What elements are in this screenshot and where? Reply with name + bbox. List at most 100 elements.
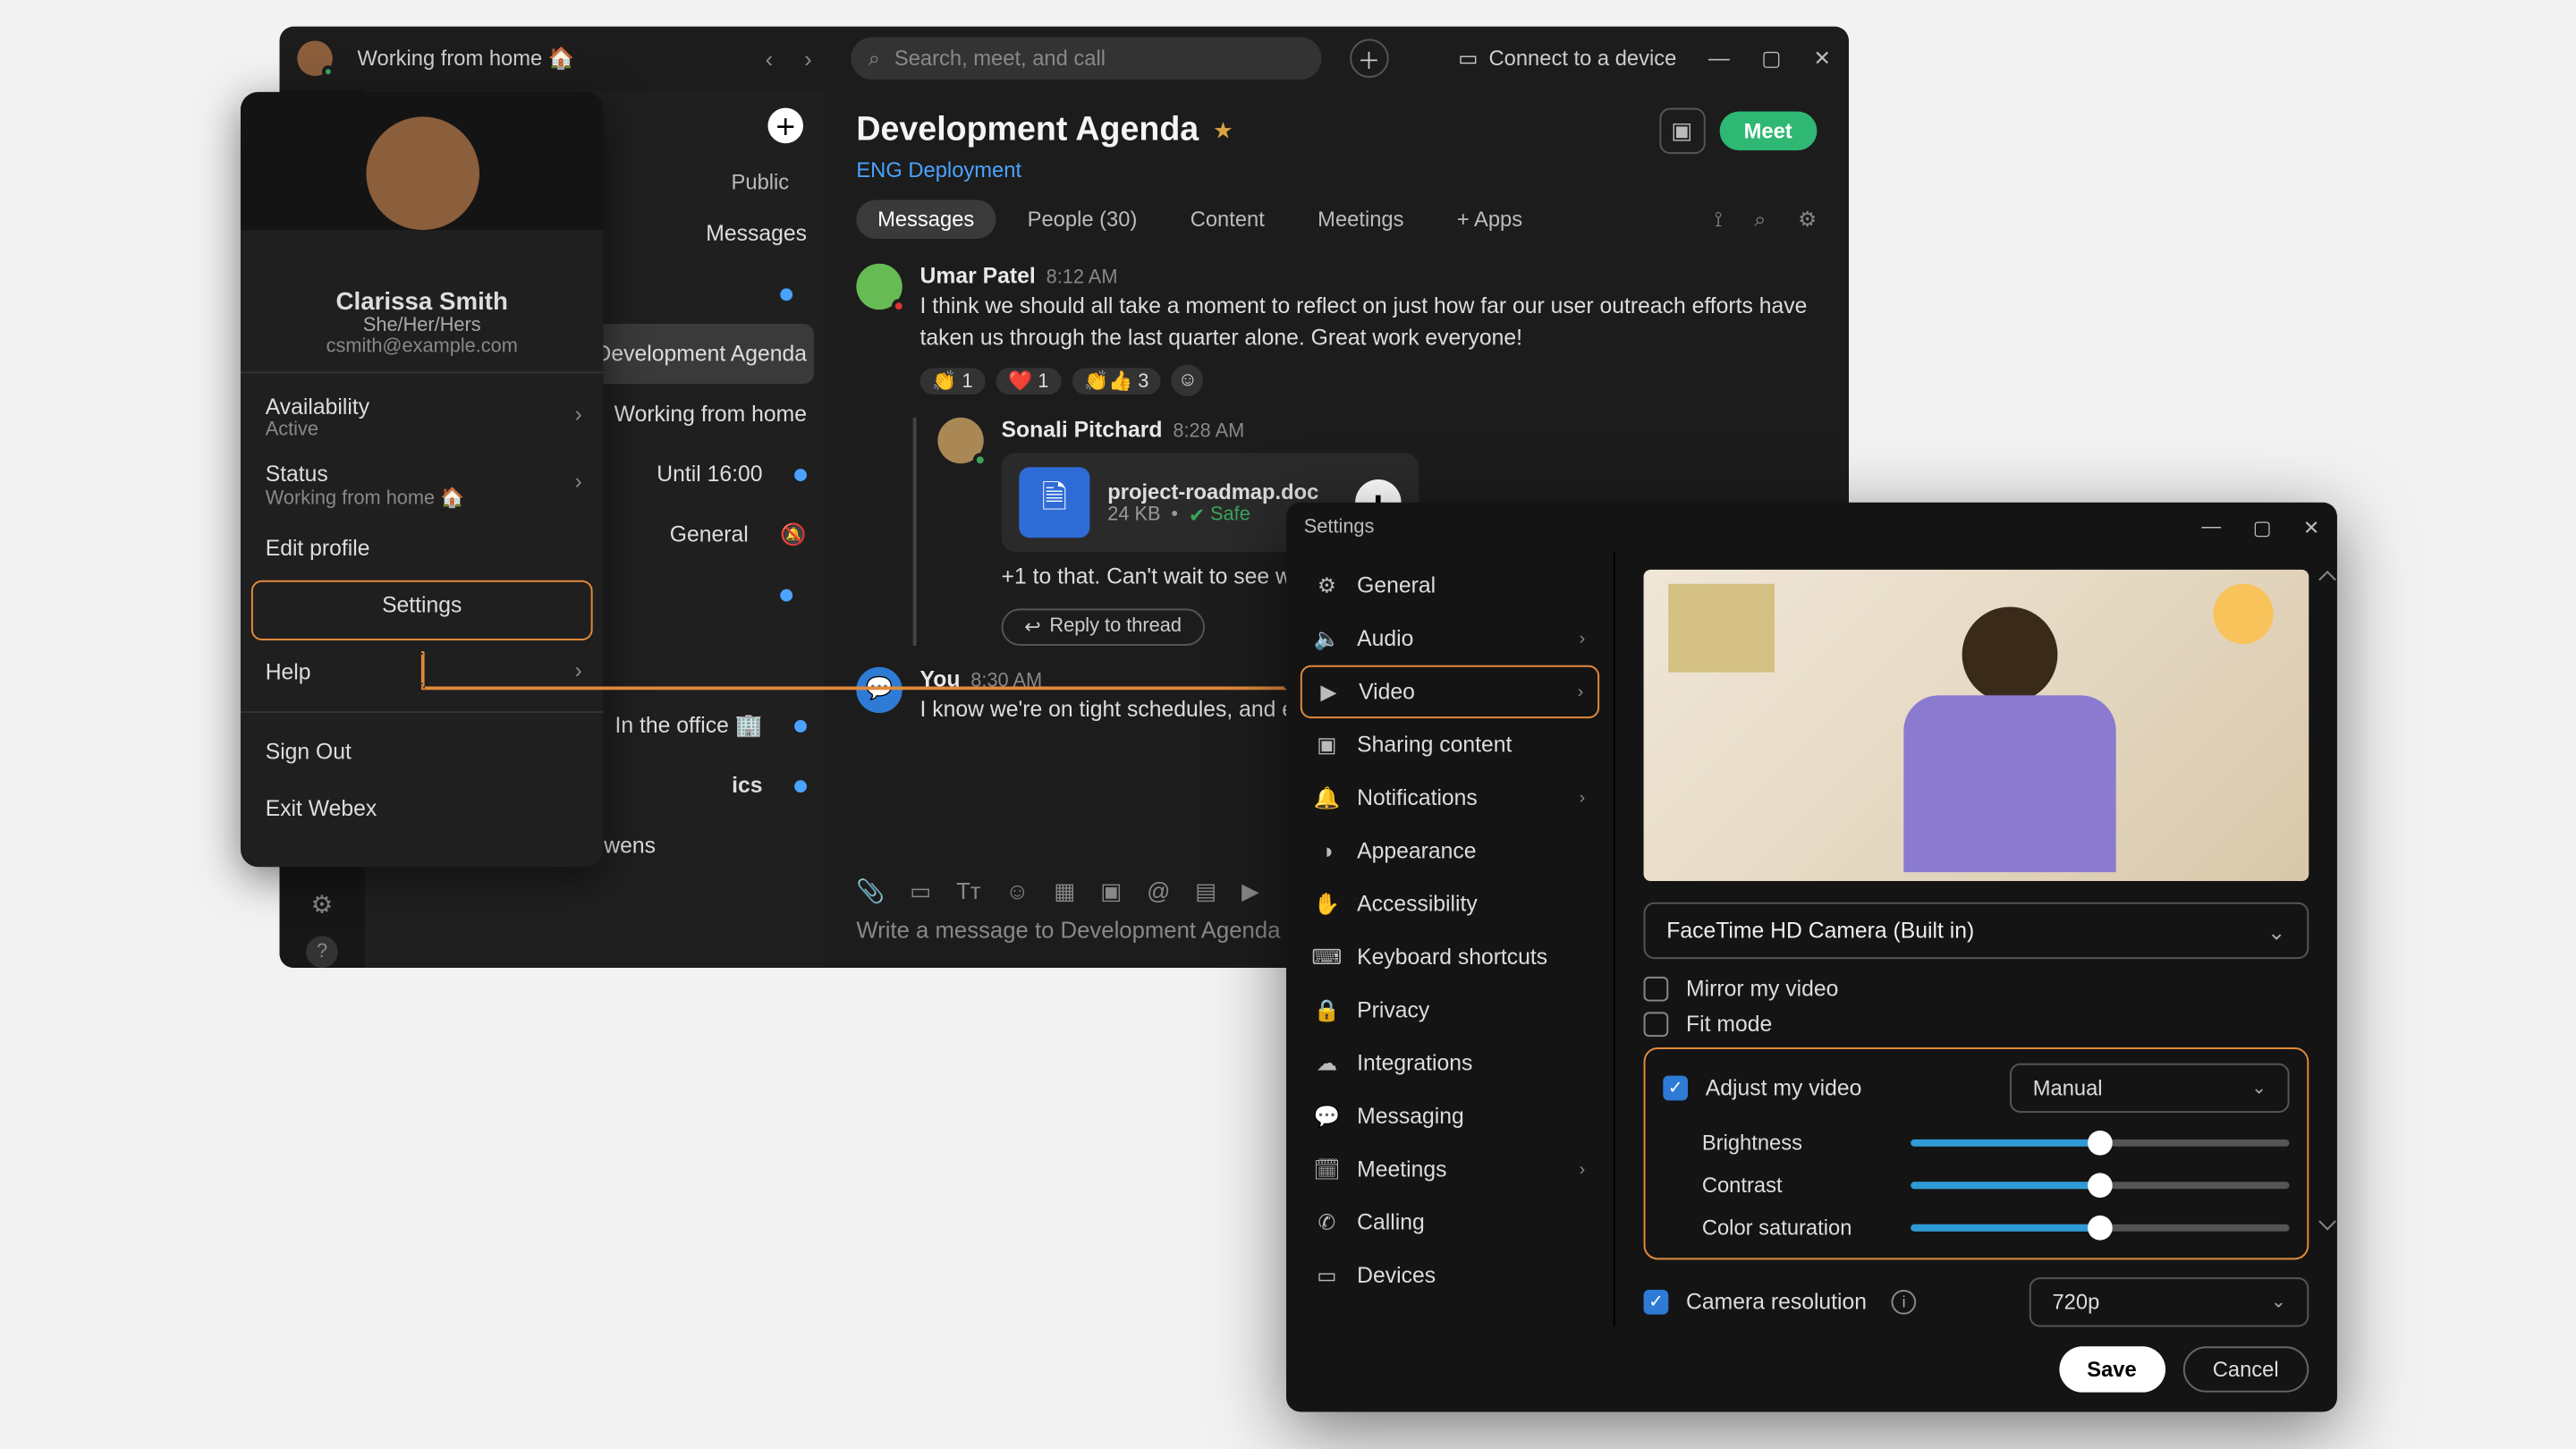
nav-audio[interactable]: 🔈Audio› [1301,612,1599,665]
minimize-icon[interactable]: — [2201,516,2221,539]
lamp-decor [2213,584,2273,644]
add-button[interactable]: ＋ [1350,39,1389,79]
nav-notifications[interactable]: 🔔Notifications› [1301,771,1599,824]
nav-integrations[interactable]: ☁Integrations [1301,1037,1599,1089]
help-row[interactable]: Help› [241,644,603,700]
nav-accessibility[interactable]: ✋Accessibility [1301,877,1599,930]
minimize-icon[interactable]: — [1708,46,1730,71]
maximize-icon[interactable]: ▢ [1761,46,1781,71]
mirror-checkbox[interactable] [1644,977,1669,1002]
settings-nav: ⚙General 🔈Audio› ▶Video› ▣Sharing conten… [1286,552,1615,1326]
list-item-label: Messages [706,221,807,246]
meeting-options-button[interactable]: ▣ [1659,108,1705,154]
nav-sharing[interactable]: ▣Sharing content [1301,718,1599,771]
adjust-checkbox[interactable]: ✓ [1663,1076,1688,1101]
fit-checkbox[interactable] [1644,1012,1669,1037]
close-icon[interactable]: ✕ [2303,516,2319,539]
nav-messaging[interactable]: 💬Messaging [1301,1089,1599,1142]
info-icon[interactable]: i [1892,1290,1917,1315]
nav-keyboard[interactable]: ⌨Keyboard shortcuts [1301,930,1599,983]
profile-email: csmith@example.com [241,336,603,358]
nav-general[interactable]: ⚙General [1301,559,1599,612]
camres-checkbox[interactable]: ✓ [1644,1290,1669,1315]
lock-icon: 🔒 [1315,998,1340,1023]
availability-row[interactable]: Availability Active › [241,384,603,451]
format-icon[interactable]: Tᴛ [956,877,981,906]
connect-device-button[interactable]: ▭ Connect to a device [1458,46,1676,71]
scroll-indicator[interactable] [2319,573,2334,1228]
message-time: 8:30 AM [970,670,1042,691]
brightness-slider[interactable] [1911,1140,2289,1147]
message-author: Sonali Pitchard [1002,418,1163,443]
calendar-icon: 🗓 [1315,1157,1340,1182]
star-icon[interactable]: ★ [1213,117,1233,146]
settings-row[interactable]: Settings [251,580,593,640]
unread-dot-icon [794,779,807,792]
file-icon: 🗎 [1019,467,1089,538]
sign-out-row[interactable]: Sign Out [241,724,603,780]
image-icon[interactable]: ▣ [1100,877,1122,906]
nav-privacy[interactable]: 🔒Privacy [1301,984,1599,1037]
space-settings-icon[interactable]: ⚙ [1798,206,1817,233]
adjust-mode-dropdown[interactable]: Manual ⌄ [2010,1063,2290,1113]
save-button[interactable]: Save [2059,1346,2165,1392]
meet-button[interactable]: Meet [1719,112,1817,151]
presence-dnd-icon [892,299,906,313]
tab-people[interactable]: People (30) [1006,200,1158,240]
nav-forward-icon[interactable]: › [791,40,826,76]
list-item-label: In the office 🏢 [614,712,762,739]
list-item-label: General [670,522,749,547]
close-icon[interactable]: ✕ [1813,46,1831,71]
add-reaction-button[interactable]: ☺ [1172,364,1204,396]
saturation-slider[interactable] [1911,1224,2289,1232]
nav-back-icon[interactable]: ‹ [751,40,787,76]
activity-icon[interactable]: ⟟ [1715,206,1723,233]
rail-settings-icon[interactable]: ⚙ [301,883,343,925]
tab-content[interactable]: Content [1169,200,1286,240]
maximize-icon[interactable]: ▢ [2253,516,2272,539]
public-link[interactable]: Public [732,170,790,195]
reaction-pill[interactable]: 👏 1 [920,367,986,394]
reply-thread-button[interactable]: ↩Reply to thread [1002,607,1205,645]
message-avatar[interactable] [937,418,983,463]
new-space-button[interactable]: ＋ [767,108,803,144]
reaction-pill[interactable]: 👏👍 3 [1072,367,1161,394]
attach-icon[interactable]: 📎 [856,877,885,906]
nav-devices[interactable]: ▭Devices [1301,1249,1599,1301]
mention-icon[interactable]: @ [1147,877,1170,906]
nav-calling[interactable]: ✆Calling [1301,1196,1599,1249]
rail-help-icon[interactable]: ? [306,936,338,968]
gif-icon[interactable]: ▦ [1054,877,1075,906]
profile-avatar[interactable] [365,117,479,231]
tab-meetings[interactable]: Meetings [1296,200,1425,240]
bell-off-icon: 🔕 [780,522,807,547]
cancel-button[interactable]: Cancel [2182,1346,2309,1392]
camres-dropdown[interactable]: 720p ⌄ [2029,1277,2309,1326]
file-name: project-roadmap.doc [1107,479,1337,504]
search-input[interactable]: ⌕ Search, meet, and call [851,38,1321,80]
search-in-space-icon[interactable]: ⌕ [1754,206,1766,233]
video-icon[interactable]: ▶ [1241,877,1259,906]
emoji-icon[interactable]: ☺ [1005,877,1029,906]
tab-apps[interactable]: + Apps [1436,200,1544,240]
screenshot-icon[interactable]: ▭ [910,877,931,906]
nav-video[interactable]: ▶Video› [1301,665,1599,718]
list-item-label: Working from home [614,402,807,427]
user-avatar[interactable] [297,40,333,76]
edit-profile-row[interactable]: Edit profile [241,521,603,577]
camera-dropdown[interactable]: FaceTime HD Camera (Built in) ⌄ [1644,902,2309,959]
message-avatar[interactable] [856,264,902,309]
settings-content: FaceTime HD Camera (Built in) ⌄ Mirror m… [1615,552,2337,1326]
chat-subtitle[interactable]: ENG Deployment [856,157,1817,182]
slider-label: Color saturation [1663,1216,1858,1241]
message-avatar[interactable]: 💬 [856,666,902,712]
app-icon[interactable]: ▤ [1195,877,1216,906]
nav-appearance[interactable]: ◑Appearance [1301,825,1599,877]
video-subject [1903,607,2115,873]
contrast-slider[interactable] [1911,1182,2289,1189]
tab-messages[interactable]: Messages [856,200,996,240]
status-row[interactable]: Status Working from home 🏠 › [241,451,603,520]
exit-row[interactable]: Exit Webex [241,780,603,836]
reaction-pill[interactable]: ❤️ 1 [996,367,1061,394]
nav-meetings[interactable]: 🗓Meetings› [1301,1143,1599,1196]
